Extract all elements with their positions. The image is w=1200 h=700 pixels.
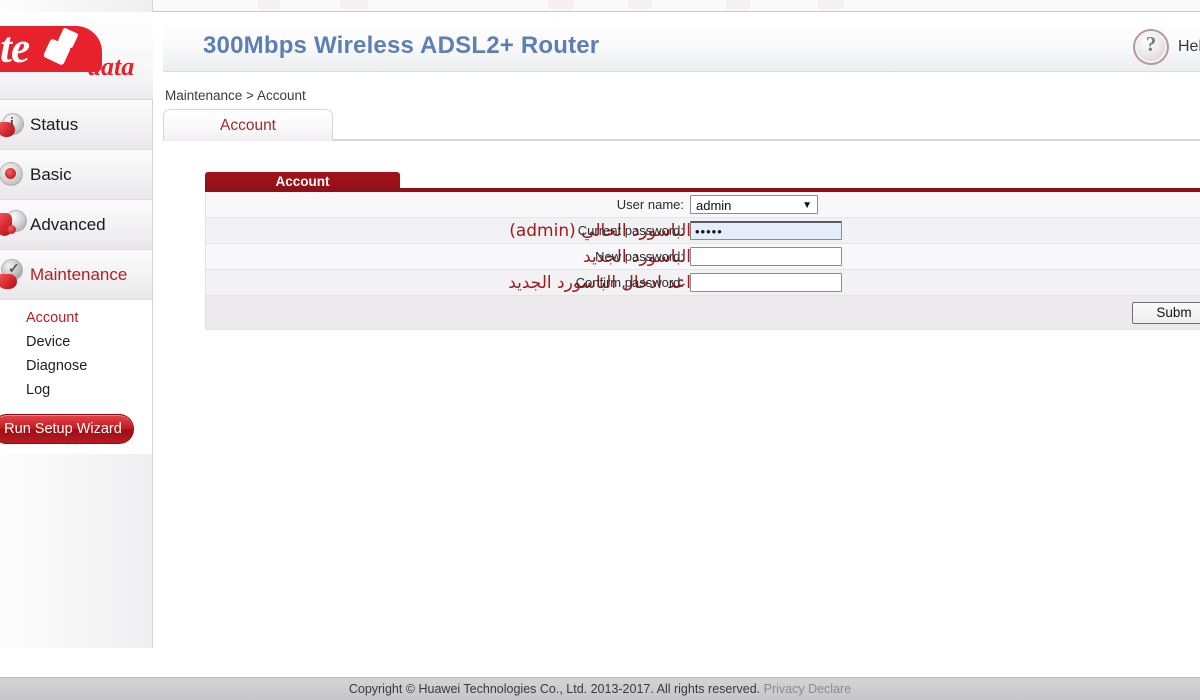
sidebar-item-label: Advanced	[30, 215, 106, 234]
logo-diamond-icon	[42, 27, 88, 68]
new-password-wrap	[690, 247, 842, 266]
current-password-wrap: •••••	[690, 221, 842, 240]
sidebar: te data i Status Basic Advanced ✓ Mainte…	[0, 0, 153, 648]
current-password-input[interactable]: •••••	[690, 221, 842, 240]
question-mark-icon	[1132, 29, 1169, 65]
main-content: 300Mbps Wireless ADSL2+ Router Hel Maint…	[153, 12, 1200, 677]
submit-button[interactable]: Subm	[1132, 302, 1200, 324]
confirm-password-input[interactable]	[690, 273, 842, 292]
wrench-icon: ✓	[0, 259, 30, 291]
form-row: الباسورد الحالي (admin) Current password…	[206, 218, 1200, 244]
form-row: اعد ادخال الباسورد الجديد Confirm passwo…	[206, 270, 1200, 296]
form-row: الباسورد الجديد New password:	[206, 244, 1200, 270]
sidebar-item-label: Basic	[30, 165, 72, 184]
chrome-ghost-2	[340, 0, 368, 9]
sidebar-item-device[interactable]: Device	[0, 330, 152, 354]
sidebar-item-diagnose[interactable]: Diagnose	[0, 354, 152, 378]
run-setup-wizard-button[interactable]: Run Setup Wizard	[0, 414, 134, 444]
sidebar-filler	[0, 480, 152, 648]
sidebar-item-basic[interactable]: Basic	[0, 150, 152, 200]
page-title: 300Mbps Wireless ADSL2+ Router	[203, 32, 600, 59]
confirm-password-wrap	[690, 273, 842, 292]
chrome-ghost-3	[548, 0, 574, 9]
username-select-wrap: admin ▼	[690, 195, 818, 214]
sidebar-item-label: Maintenance	[30, 265, 128, 284]
chrome-ghost-4	[628, 0, 652, 9]
tab-account[interactable]: Account	[163, 109, 333, 141]
sidebar-item-maintenance[interactable]: ✓ Maintenance	[0, 250, 152, 300]
username-select-value: admin	[696, 198, 732, 213]
wizard-button-wrap: Run Setup Wizard	[0, 402, 152, 444]
logo-te-text: te	[0, 25, 30, 72]
footer-text: Copyright © Huawei Technologies Co., Ltd…	[0, 678, 1200, 700]
chrome-ghost-6	[818, 0, 844, 9]
help-button[interactable]: Hel	[1132, 29, 1200, 65]
sidebar-item-account[interactable]: Account	[0, 306, 152, 330]
brand-logo[interactable]: te data	[0, 12, 153, 100]
new-password-input[interactable]	[690, 247, 842, 266]
account-panel: Account User name: admin ▼ الباسورد الحا…	[205, 172, 1200, 330]
field-label-current-password: Current password:	[577, 223, 684, 238]
tools-icon	[0, 209, 30, 241]
logo-data-text: data	[88, 52, 135, 81]
sidebar-submenu: Account Device Diagnose Log Run Setup Wi…	[0, 300, 152, 454]
chrome-ghost-5	[726, 0, 750, 9]
panel-header: Account	[205, 172, 1200, 192]
gear-icon	[0, 159, 30, 191]
privacy-declare-link[interactable]: Privacy Declare	[764, 682, 852, 696]
page-header: 300Mbps Wireless ADSL2+ Router Hel	[163, 20, 1200, 72]
router-admin-page: te data i Status Basic Advanced ✓ Mainte…	[0, 0, 1200, 700]
sidebar-item-label: Status	[30, 115, 79, 134]
field-label-username: User name:	[616, 197, 684, 212]
copyright-text: Copyright © Huawei Technologies Co., Ltd…	[348, 682, 761, 696]
field-label-confirm-password: Confirm password:	[575, 275, 684, 290]
form-row: User name: admin ▼	[206, 192, 1200, 218]
username-select[interactable]: admin ▼	[690, 195, 818, 214]
sidebar-item-status[interactable]: i Status	[0, 100, 152, 150]
breadcrumb: Maintenance > Account	[165, 88, 306, 103]
browser-chrome-strip	[0, 0, 1200, 13]
sidebar-item-log[interactable]: Log	[0, 378, 152, 402]
info-bulb-icon: i	[0, 109, 30, 141]
help-label: Hel	[1177, 38, 1200, 55]
form-footer: Subm	[205, 296, 1200, 330]
field-label-new-password: New password:	[595, 249, 684, 264]
page-footer: Copyright © Huawei Technologies Co., Ltd…	[0, 677, 1200, 700]
panel-title: Account	[205, 172, 400, 192]
account-form: User name: admin ▼ الباسورد الحالي (admi…	[205, 192, 1200, 296]
chevron-down-icon: ▼	[802, 200, 812, 211]
chrome-ghost-1	[258, 0, 280, 9]
tab-strip: Account	[163, 109, 1200, 141]
sidebar-item-advanced[interactable]: Advanced	[0, 200, 152, 250]
